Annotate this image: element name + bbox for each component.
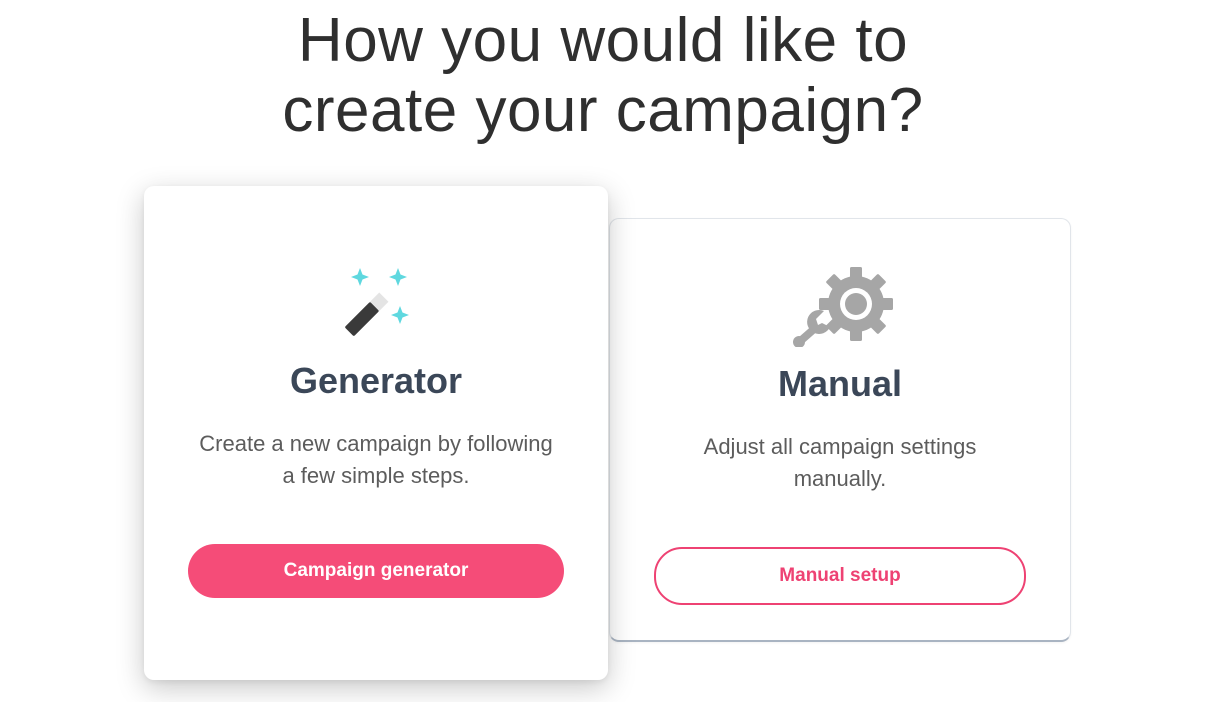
generator-description: Create a new campaign by following a few… <box>199 431 553 488</box>
manual-option-card[interactable]: Manual Adjust all campaign settings manu… <box>609 218 1071 642</box>
page-heading: How you would like to create your campai… <box>0 6 1206 146</box>
campaign-generator-button[interactable]: Campaign generator <box>188 544 564 598</box>
generator-title: Generator <box>289 360 463 401</box>
manual-title: Manual <box>777 363 902 404</box>
wrench-gear-icon <box>793 267 893 347</box>
heading-line-1: How you would like to <box>297 6 909 75</box>
generator-option-card[interactable]: Generator Create a new campaign by follo… <box>144 186 608 680</box>
heading-line-2: create your campaign? <box>282 76 924 145</box>
manual-description: Adjust all campaign settings manually. <box>703 434 977 491</box>
magic-wand-icon <box>345 268 409 336</box>
manual-setup-button[interactable]: Manual setup <box>654 547 1026 605</box>
